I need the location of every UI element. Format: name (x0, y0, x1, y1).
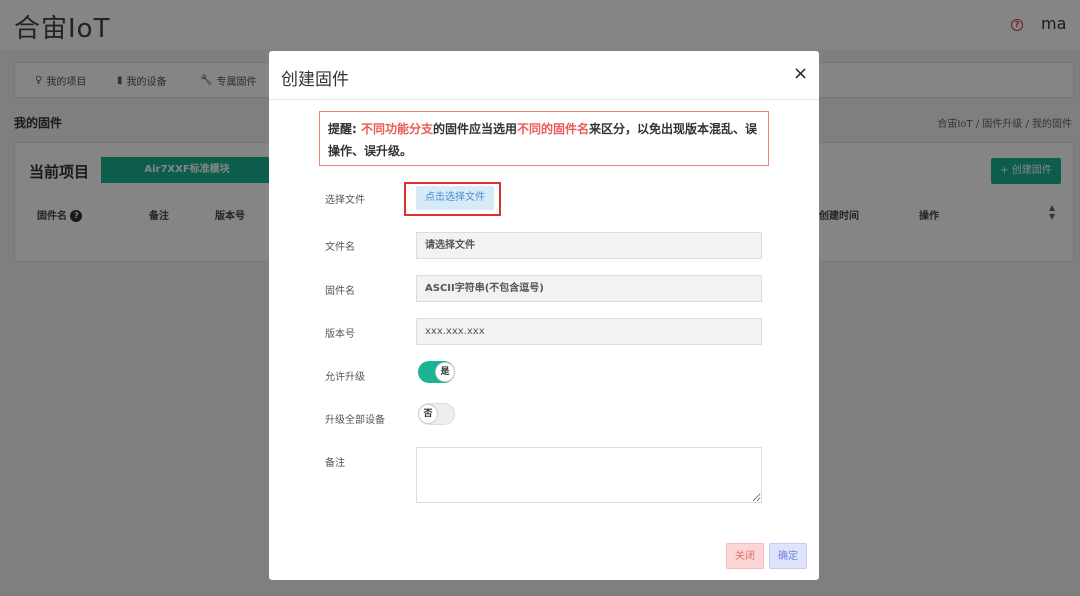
version-label: 版本号 (325, 329, 355, 340)
filename-label: 文件名 (325, 242, 355, 253)
warning-prefix: 提醒: (328, 122, 361, 136)
remark-textarea[interactable] (416, 447, 762, 503)
remark-label: 备注 (325, 458, 345, 469)
select-file-button[interactable]: 点击选择文件 (416, 186, 494, 210)
divider (269, 99, 819, 100)
warning-text: 的固件应当选用 (433, 122, 518, 136)
upgrade-all-label: 升级全部设备 (325, 415, 385, 426)
firmware-name-label: 固件名 (325, 286, 355, 297)
toggle-knob: 是 (435, 362, 455, 382)
confirm-button[interactable]: 确定 (769, 543, 807, 569)
create-firmware-dialog: 创建固件 × 提醒: 不同功能分支的固件应当选用不同的固件名来区分，以免出现版本… (269, 51, 819, 580)
close-button[interactable]: 关闭 (726, 543, 764, 569)
allow-upgrade-label: 允许升级 (325, 372, 365, 383)
allow-upgrade-toggle[interactable]: 是 (418, 361, 455, 383)
filename-field: 请选择文件 (416, 232, 762, 259)
firmware-name-input[interactable] (416, 275, 762, 302)
warning-highlight-branch: 不同功能分支 (360, 122, 433, 136)
upgrade-all-toggle[interactable]: 否 (418, 403, 455, 425)
warning-notice: 提醒: 不同功能分支的固件应当选用不同的固件名来区分，以免出现版本混乱、误操作、… (319, 111, 769, 166)
warning-highlight-name: 不同的固件名 (517, 122, 590, 136)
dialog-title: 创建固件 (281, 70, 349, 90)
toggle-knob: 否 (418, 404, 438, 424)
file-label: 选择文件 (325, 195, 365, 206)
close-icon[interactable]: × (793, 65, 808, 83)
version-input[interactable] (416, 318, 762, 345)
